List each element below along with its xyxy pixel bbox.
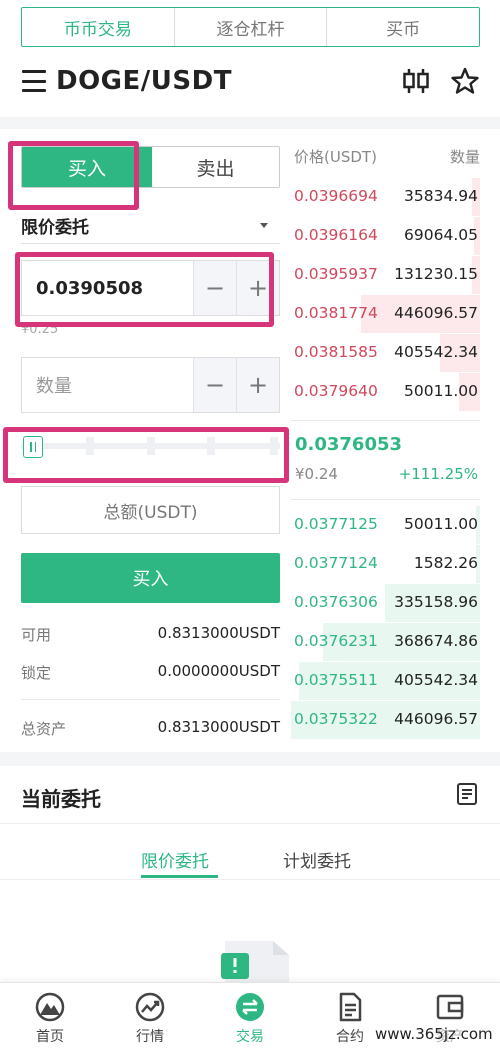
bid-row[interactable]: 0.0376306 335158.96 bbox=[291, 584, 480, 622]
active-tab-indicator bbox=[141, 875, 218, 878]
nav-market[interactable]: 行情 bbox=[100, 983, 200, 1051]
ask-price: 0.0396164 bbox=[294, 226, 378, 244]
bid-qty: 335158.96 bbox=[394, 593, 478, 611]
bid-row[interactable]: 0.0377124 1582.26 bbox=[291, 545, 480, 583]
divider bbox=[291, 499, 480, 500]
balance-value: 0.8313000USDT bbox=[157, 718, 280, 736]
order-history-icon[interactable] bbox=[456, 782, 478, 806]
bid-price: 0.0375511 bbox=[294, 671, 378, 689]
ask-price: 0.0381774 bbox=[294, 304, 378, 322]
ask-row[interactable]: 0.0396164 69064.05 bbox=[291, 217, 480, 255]
balance-label: 锁定 bbox=[21, 664, 52, 682]
highlight-box-price-field bbox=[15, 252, 274, 327]
order-type-label: 限价委托 bbox=[21, 218, 89, 238]
tab-isolated-margin[interactable]: 逐仓杠杆 bbox=[173, 8, 327, 46]
ask-row[interactable]: 0.0381585 405542.34 bbox=[291, 334, 480, 372]
bid-price: 0.0375322 bbox=[294, 710, 378, 728]
pair-title[interactable]: DOGE/USDT bbox=[56, 66, 232, 96]
ask-row[interactable]: 0.0381774 446096.57 bbox=[291, 295, 480, 333]
highlight-box-buy-tab bbox=[8, 141, 139, 210]
buy-submit-button[interactable]: 买入 bbox=[21, 553, 280, 603]
bid-qty: 368674.86 bbox=[394, 632, 478, 650]
chevron-down-icon bbox=[260, 223, 268, 228]
bid-price: 0.0376231 bbox=[294, 632, 378, 650]
section-separator bbox=[0, 117, 500, 129]
nav-label: 行情 bbox=[136, 1029, 164, 1045]
ask-row[interactable]: 0.0379640 50011.00 bbox=[291, 373, 480, 411]
nav-label: 合约 bbox=[336, 1029, 364, 1045]
orderbook-qty-header: 数量 bbox=[449, 148, 480, 166]
watermark-text: www.365jz.com bbox=[375, 1025, 493, 1043]
top-tab-bar: 币币交易 逐仓杠杆 买币 bbox=[21, 7, 480, 47]
bid-price: 0.0377125 bbox=[294, 515, 378, 533]
bid-row[interactable]: 0.0376231 368674.86 bbox=[291, 623, 480, 661]
wallet-icon bbox=[436, 994, 464, 1020]
divider bbox=[291, 420, 480, 421]
last-price-cny: ¥0.24 bbox=[295, 465, 338, 483]
bid-qty: 446096.57 bbox=[394, 710, 478, 728]
orderbook-header: 价格(USDT) 数量 bbox=[294, 146, 480, 167]
nav-label: 交易 bbox=[236, 1029, 264, 1045]
ask-qty: 69064.05 bbox=[404, 226, 478, 244]
balance-locked: 锁定 0.0000000USDT bbox=[21, 662, 280, 683]
ask-qty: 446096.57 bbox=[394, 304, 478, 322]
tab-spot-trading[interactable]: 币币交易 bbox=[22, 8, 174, 46]
bid-price: 0.0377124 bbox=[294, 554, 378, 572]
tab-buy-crypto[interactable]: 买币 bbox=[326, 8, 479, 46]
ask-price: 0.0381585 bbox=[294, 343, 378, 361]
price-change-percent: +111.25% bbox=[398, 465, 478, 483]
amount-input[interactable]: 数量 bbox=[22, 358, 193, 412]
highlight-box-slider bbox=[3, 427, 289, 483]
amount-field: 数量 − + bbox=[21, 357, 280, 413]
nav-home[interactable]: 首页 bbox=[0, 983, 100, 1051]
bid-row[interactable]: 0.0375322 446096.57 bbox=[291, 701, 480, 739]
current-orders-title: 当前委托 bbox=[21, 787, 101, 811]
tab-plan-orders[interactable]: 计划委托 bbox=[283, 847, 351, 872]
bid-qty: 1582.26 bbox=[413, 554, 478, 572]
ask-price: 0.0395937 bbox=[294, 265, 378, 283]
empty-state-icon bbox=[221, 941, 289, 987]
balance-value: 0.0000000USDT bbox=[157, 662, 280, 680]
tab-limit-orders[interactable]: 限价委托 bbox=[141, 847, 209, 872]
star-icon[interactable] bbox=[450, 66, 480, 96]
section-separator bbox=[0, 752, 500, 766]
divider bbox=[0, 879, 500, 880]
bid-price: 0.0376306 bbox=[294, 593, 378, 611]
divider bbox=[21, 699, 280, 700]
home-mountain-icon bbox=[35, 992, 65, 1022]
ask-qty: 405542.34 bbox=[394, 343, 478, 361]
trade-swap-icon bbox=[236, 993, 264, 1021]
sell-tab[interactable]: 卖出 bbox=[152, 147, 279, 187]
balance-label: 总资产 bbox=[21, 720, 67, 738]
ask-row[interactable]: 0.0396694 35834.94 bbox=[291, 178, 480, 216]
ask-qty: 50011.00 bbox=[404, 382, 478, 400]
divider bbox=[0, 823, 500, 824]
nav-trade[interactable]: 交易 bbox=[200, 983, 300, 1051]
contract-doc-icon bbox=[339, 992, 362, 1022]
balance-total: 总资产 0.8313000USDT bbox=[21, 718, 280, 739]
market-chart-icon bbox=[135, 992, 165, 1022]
bid-qty: 50011.00 bbox=[404, 515, 478, 533]
candlestick-icon[interactable] bbox=[402, 68, 430, 94]
order-type-select[interactable]: 限价委托 bbox=[21, 208, 280, 244]
ask-price: 0.0396694 bbox=[294, 187, 378, 205]
balance-label: 可用 bbox=[21, 626, 52, 644]
ask-price: 0.0379640 bbox=[294, 382, 378, 400]
amount-increase-button[interactable]: + bbox=[236, 358, 279, 412]
orderbook-price-header: 价格(USDT) bbox=[294, 148, 377, 166]
bid-row[interactable]: 0.0377125 50011.00 bbox=[291, 506, 480, 544]
nav-label: 首页 bbox=[36, 1029, 64, 1045]
ask-row[interactable]: 0.0395937 131230.15 bbox=[291, 256, 480, 294]
balance-value: 0.8313000USDT bbox=[157, 624, 280, 642]
ask-qty: 35834.94 bbox=[404, 187, 478, 205]
bid-row[interactable]: 0.0375511 405542.34 bbox=[291, 662, 480, 700]
amount-decrease-button[interactable]: − bbox=[193, 358, 236, 412]
ask-qty: 131230.15 bbox=[394, 265, 478, 283]
last-price: 0.0376053 bbox=[295, 434, 403, 455]
balance-available: 可用 0.8313000USDT bbox=[21, 624, 280, 645]
bid-qty: 405542.34 bbox=[394, 671, 478, 689]
total-input[interactable]: 总额(USDT) bbox=[21, 486, 280, 534]
menu-icon[interactable] bbox=[22, 70, 46, 92]
